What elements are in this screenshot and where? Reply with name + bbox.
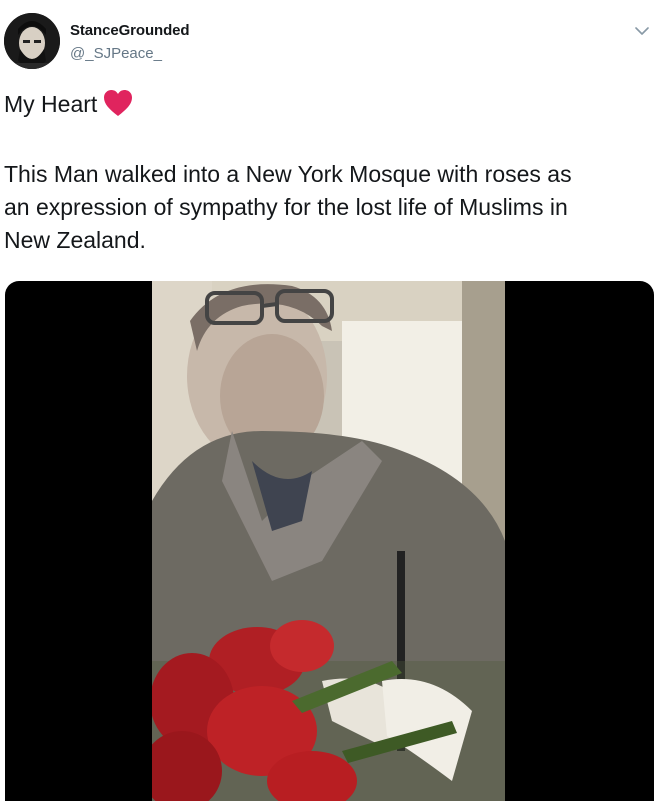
tweet-text: My Heart This Man walked into a New York… <box>4 88 654 257</box>
tweet-line-1: My Heart <box>4 88 654 126</box>
tweet-body-line: an expression of sympathy for the lost l… <box>4 194 568 220</box>
red-heart-icon <box>103 89 133 126</box>
tweet-header: StanceGrounded @_SJPeace_ <box>0 0 661 80</box>
video-frame[interactable] <box>152 281 505 801</box>
chevron-down-icon[interactable] <box>633 22 651 40</box>
author-display-name[interactable]: StanceGrounded <box>70 22 190 39</box>
tweet-heading-text: My Heart <box>4 91 98 117</box>
tweet-body-line: This Man walked into a New York Mosque w… <box>4 161 572 187</box>
avatar-image <box>4 13 60 69</box>
avatar[interactable] <box>4 13 60 69</box>
video-player[interactable] <box>5 281 654 801</box>
tweet-body-line: New Zealand. <box>4 227 146 253</box>
video-thumbnail <box>152 281 505 801</box>
author-handle[interactable]: @_SJPeace_ <box>70 45 162 62</box>
